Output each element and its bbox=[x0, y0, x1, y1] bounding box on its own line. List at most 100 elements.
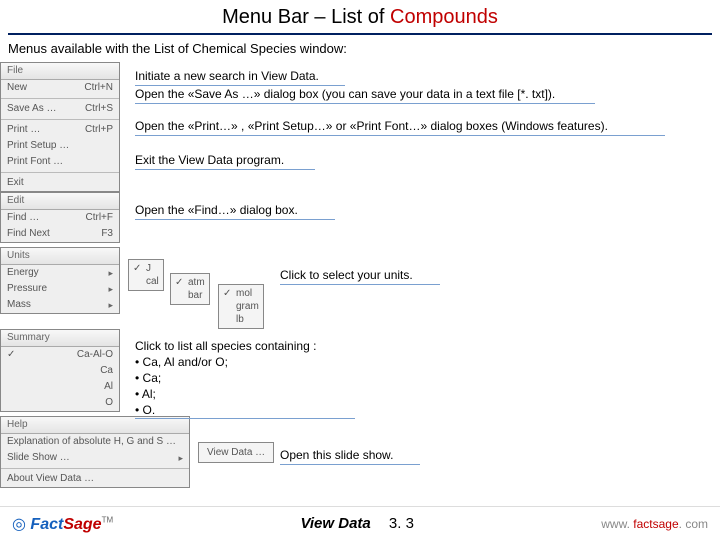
unit-lb[interactable]: lb bbox=[223, 313, 259, 326]
file-setup-label: Print Setup … bbox=[7, 139, 69, 153]
unit-bar[interactable]: bar bbox=[175, 289, 205, 302]
edit-find[interactable]: Find …Ctrl+F bbox=[1, 210, 119, 226]
help-slideshow[interactable]: Slide Show … ▸ bbox=[1, 450, 189, 466]
file-saveas-label: Save As … bbox=[7, 102, 56, 116]
checkmark-icon: ✓ bbox=[133, 262, 142, 275]
unit-j-label: J bbox=[146, 262, 151, 275]
edit-findnext-shortcut: F3 bbox=[101, 227, 113, 241]
file-saveas[interactable]: Save As … Ctrl+S bbox=[1, 101, 119, 117]
units-mass-label: Mass bbox=[7, 298, 31, 312]
unit-gram[interactable]: gram bbox=[223, 300, 259, 313]
desc-saveas-text: Open the «Save As …» dialog box (you can… bbox=[135, 86, 595, 104]
file-print[interactable]: Print … Ctrl+P bbox=[1, 122, 119, 138]
checkmark-icon: ✓ bbox=[223, 287, 232, 300]
unit-lb-label: lb bbox=[236, 313, 244, 326]
file-print-label: Print … bbox=[7, 123, 40, 137]
unit-atm[interactable]: ✓atm bbox=[175, 276, 205, 289]
units-energy[interactable]: Energy ▸ bbox=[1, 265, 119, 281]
summary-caalo-label: Ca-Al-O bbox=[77, 348, 113, 362]
desc-new: Initiate a new search in View Data. bbox=[135, 68, 710, 88]
footer: ◎ FactSageTM View Data 3. 3 www. factsag… bbox=[0, 506, 720, 540]
file-saveas-shortcut: Ctrl+S bbox=[85, 102, 113, 116]
summary-o-label: O bbox=[105, 396, 113, 410]
footer-section: 3. 3 bbox=[389, 515, 414, 532]
summary-menu-head[interactable]: Summary bbox=[1, 330, 119, 347]
units-menu-head[interactable]: Units bbox=[1, 248, 119, 265]
desc-units-text: Click to select your units. bbox=[280, 267, 440, 285]
page-title: Menu Bar – List of Compounds bbox=[0, 0, 720, 31]
summary-ca[interactable]: Ca bbox=[1, 363, 119, 379]
chevron-right-icon: ▸ bbox=[108, 266, 113, 280]
help-slideshow-label: Slide Show … bbox=[7, 451, 70, 465]
logo-tm: TM bbox=[102, 515, 114, 524]
unit-mol[interactable]: ✓ mol bbox=[223, 287, 259, 300]
desc-new-text: Initiate a new search in View Data. bbox=[135, 68, 345, 86]
unit-atm-label: atm bbox=[188, 276, 205, 289]
slideshow-submenu: View Data … bbox=[198, 442, 274, 463]
help-explanation-label: Explanation of absolute H, G and S … bbox=[7, 435, 176, 449]
url-post: . com bbox=[679, 517, 708, 531]
file-menu-panel: File NewCtrl+N Save As … Ctrl+S Print … Ct… bbox=[0, 62, 120, 192]
desc-slideshow-text: Open this slide show. bbox=[280, 447, 420, 465]
desc-exit: Exit the View Data program. bbox=[135, 152, 710, 172]
desc-find: Open the «Find…» dialog box. bbox=[135, 202, 710, 222]
edit-find-shortcut: Ctrl+F bbox=[86, 211, 114, 225]
footer-center: View Data 3. 3 bbox=[113, 515, 601, 532]
units-energy-label: Energy bbox=[7, 266, 39, 280]
slideshow-viewdata-label: View Data … bbox=[207, 446, 265, 459]
unit-mol-label: mol bbox=[236, 287, 252, 300]
desc-list-2: • Ca; bbox=[135, 370, 355, 386]
title-underline bbox=[8, 33, 712, 35]
summary-al[interactable]: Al bbox=[1, 379, 119, 395]
file-menu-head[interactable]: File bbox=[1, 63, 119, 80]
file-print-shortcut: Ctrl+P bbox=[85, 123, 113, 137]
file-exit-label: Exit bbox=[7, 176, 24, 190]
edit-menu-head[interactable]: Edit bbox=[1, 193, 119, 210]
help-menu-head[interactable]: Help bbox=[1, 417, 189, 434]
unit-j[interactable]: ✓J bbox=[133, 262, 159, 275]
file-exit[interactable]: Exit bbox=[1, 175, 119, 191]
help-explanation[interactable]: Explanation of absolute H, G and S … bbox=[1, 434, 189, 450]
chevron-right-icon: ▸ bbox=[178, 451, 183, 465]
summary-ca-label: Ca bbox=[100, 364, 113, 378]
summary-caalo[interactable]: ✓Ca-Al-O bbox=[1, 347, 119, 363]
summary-al-label: Al bbox=[104, 380, 113, 394]
units-mass[interactable]: Mass ▸ bbox=[1, 297, 119, 313]
help-about-label: About View Data … bbox=[7, 472, 94, 486]
logo-fact: Fact bbox=[30, 516, 63, 533]
mass-submenu: ✓ mol gram lb bbox=[218, 284, 264, 329]
unit-bar-label: bar bbox=[188, 289, 202, 302]
title-prefix: Menu Bar – List of bbox=[222, 6, 390, 28]
desc-saveas: Open the «Save As …» dialog box (you can… bbox=[135, 86, 710, 106]
desc-find-text: Open the «Find…» dialog box. bbox=[135, 202, 335, 220]
separator bbox=[1, 468, 189, 469]
file-font-label: Print Font … bbox=[7, 155, 63, 169]
edit-find-next[interactable]: Find NextF3 bbox=[1, 226, 119, 242]
desc-list-3: • Al; bbox=[135, 386, 355, 402]
help-menu-panel: Help Explanation of absolute H, G and S … bbox=[0, 416, 190, 488]
logo-sage: Sage bbox=[63, 516, 101, 533]
file-new-label: New bbox=[7, 81, 27, 95]
desc-slideshow: Open this slide show. bbox=[280, 447, 420, 467]
help-about[interactable]: About View Data … bbox=[1, 471, 189, 487]
footer-url: www. factsage. com bbox=[601, 517, 708, 531]
subtitle: Menus available with the List of Chemica… bbox=[0, 37, 720, 62]
unit-cal[interactable]: cal bbox=[133, 275, 159, 288]
desc-print-text: Open the «Print…» , «Print Setup…» or «P… bbox=[135, 118, 665, 136]
title-accent: Compounds bbox=[390, 6, 498, 28]
units-menu-panel: Units Energy ▸ Pressure▸ Mass ▸ bbox=[0, 247, 120, 314]
summary-o[interactable]: O bbox=[1, 395, 119, 411]
file-print-font[interactable]: Print Font … bbox=[1, 154, 119, 170]
url-pre: www. bbox=[601, 517, 633, 531]
pressure-submenu: ✓atm bar bbox=[170, 273, 210, 305]
chevron-right-icon: ▸ bbox=[108, 298, 113, 312]
desc-units: Click to select your units. bbox=[280, 267, 440, 287]
content-area: File NewCtrl+N Save As … Ctrl+S Print … Ct… bbox=[0, 62, 720, 482]
file-new[interactable]: NewCtrl+N bbox=[1, 80, 119, 96]
file-print-setup[interactable]: Print Setup … bbox=[1, 138, 119, 154]
units-pressure-label: Pressure bbox=[7, 282, 47, 296]
desc-list-head: Click to list all species containing : bbox=[135, 338, 355, 354]
slideshow-viewdata[interactable]: View Data … bbox=[207, 446, 265, 459]
summary-menu-panel: Summary ✓Ca-Al-O Ca Al O bbox=[0, 329, 120, 412]
units-pressure[interactable]: Pressure▸ bbox=[1, 281, 119, 297]
